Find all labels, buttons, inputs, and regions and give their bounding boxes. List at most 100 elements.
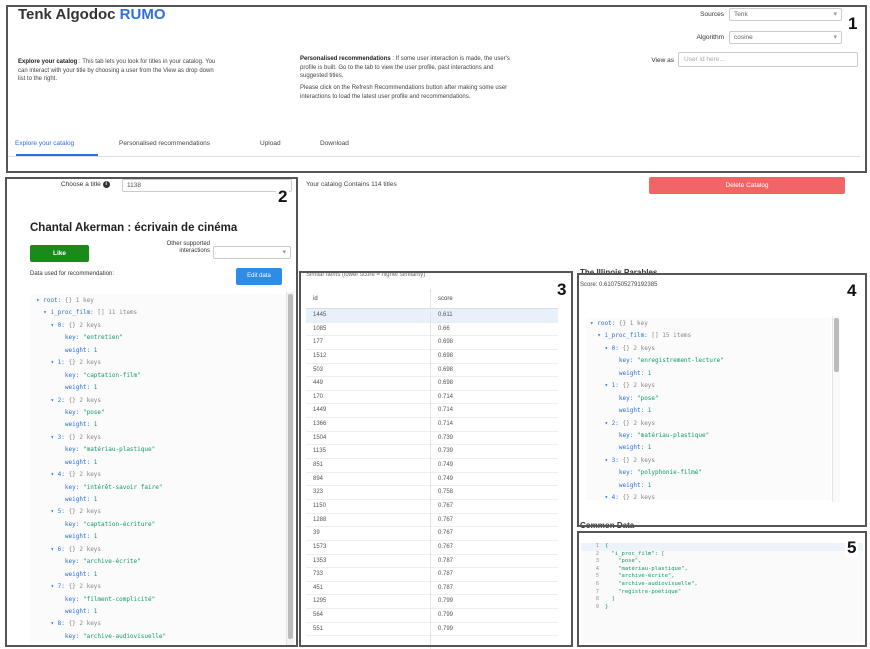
cell-score: 0.698 — [438, 380, 454, 387]
json-key: ▾ 5: — [36, 508, 69, 516]
table-row[interactable]: 1295 0.799 — [306, 595, 558, 610]
cell-id: 1085 — [313, 325, 327, 332]
table-row[interactable]: 177 0.698 — [306, 336, 558, 350]
explore-description-title: Explore your catalog — [18, 59, 78, 65]
other-interactions-select[interactable] — [213, 246, 291, 259]
column-header-score[interactable]: score — [438, 296, 453, 302]
json-line: ▾ 4: {} 2 keys — [36, 469, 280, 481]
algorithm-select[interactable]: cosine — [729, 31, 842, 44]
table-row[interactable]: 1288 0.767 — [306, 514, 558, 528]
table-header: id score — [306, 289, 558, 309]
json-meta: {} 1 key — [618, 320, 648, 327]
json-meta: {} 2 keys — [68, 321, 102, 329]
edit-data-button[interactable]: Edit data — [236, 268, 282, 285]
recommendation-data-viewer[interactable]: ▾ root: {} 1 key ▾ i_proc_film: [] 11 it… — [30, 294, 286, 644]
similar-json-scrollbar[interactable] — [832, 316, 840, 502]
table-row[interactable]: 1150 0.767 — [306, 500, 558, 514]
cell-id: 1449 — [313, 407, 327, 414]
common-data-editor[interactable]: 1{2 "i_proc_film": [3 "pose", 4 "matériau… — [581, 543, 863, 643]
table-row[interactable]: 1366 0.714 — [306, 418, 558, 432]
cell-score: 0.698 — [438, 366, 454, 373]
tab-personalised[interactable]: Personalised recommendations — [119, 140, 210, 147]
table-row[interactable]: 733 0.787 — [306, 568, 558, 582]
json-meta: [] 11 items — [97, 309, 138, 317]
table-row[interactable]: 1353 0.787 — [306, 555, 558, 569]
json-line: key: "captation-film" — [36, 370, 280, 382]
table-row[interactable]: 551 0.799 — [306, 623, 558, 637]
similar-data-viewer[interactable]: ▾ root: {} 1 key ▾ i_proc_film: [] 15 it… — [586, 318, 831, 500]
json-value: "captation-écriture" — [82, 520, 156, 528]
cell-id: 449 — [313, 380, 324, 387]
table-row[interactable]: 323 0.758 — [306, 486, 558, 500]
json-line: weight: 1 — [36, 494, 280, 506]
json-line: ▾ 2: {} 2 keys — [590, 418, 827, 430]
similar-json-scroll-thumb[interactable] — [834, 318, 839, 372]
json-key: ▾ 3: — [36, 433, 69, 441]
code-line: 2 "i_proc_film": [ — [581, 551, 863, 559]
table-row[interactable]: 1135 0.739 — [306, 445, 558, 460]
json-line: ▾ 3: {} 2 keys — [36, 432, 280, 444]
tab-upload[interactable]: Upload — [260, 140, 281, 147]
line-number: 1 — [595, 543, 599, 549]
json-value: 1 — [647, 369, 652, 377]
cell-id: 851 — [313, 462, 324, 469]
json-value: "pose" — [636, 394, 659, 402]
cell-score: 0.749 — [438, 475, 454, 482]
json-meta: {} 2 keys — [68, 396, 102, 404]
table-row[interactable]: 564 0.799 — [306, 609, 558, 623]
table-row[interactable]: 503 0.698 — [306, 364, 558, 378]
json-line: ▾ 7: {} 2 keys — [36, 581, 280, 593]
info-icon: i — [102, 181, 110, 188]
table-row[interactable]: 1504 0.739 — [306, 432, 558, 446]
json-line: key: "entretien" — [36, 332, 280, 344]
left-json-scroll-thumb[interactable] — [288, 294, 293, 639]
json-value: 1 — [93, 533, 98, 541]
table-row[interactable]: 39 0.767 — [306, 527, 558, 541]
similar-items-table: id score 1445 0.611 1085 0.66 177 0.698 1512 0.… — [306, 289, 558, 649]
table-row[interactable]: 1573 0.767 — [306, 541, 558, 555]
reco-description: Personalised recommendations : If some u… — [300, 55, 510, 81]
sources-select[interactable]: Tenk — [729, 8, 842, 21]
table-row[interactable]: 1445 0.611 — [306, 309, 558, 323]
cell-score: 0.698 — [438, 339, 454, 346]
json-line: weight: 1 — [590, 442, 827, 454]
like-button[interactable]: Like — [30, 245, 89, 262]
left-json-scrollbar[interactable] — [286, 292, 294, 645]
cell-score: 0.66 — [438, 325, 450, 332]
tab-download[interactable]: Download — [320, 140, 349, 147]
line-number: 2 — [595, 550, 599, 557]
line-number: 5 — [595, 573, 599, 580]
json-value: "intérêt-savoir faire" — [82, 483, 163, 491]
table-row[interactable]: 170 0.714 — [306, 391, 558, 405]
tab-explore[interactable]: Explore your catalog — [15, 140, 74, 147]
app-title: Tenk Algodoc RUMO — [18, 6, 166, 23]
json-line: ▾ 8: {} 2 keys — [36, 618, 280, 630]
json-line: weight: 1 — [590, 368, 827, 380]
choose-title-input[interactable]: 1138 — [122, 179, 292, 192]
table-row[interactable]: 451 0.787 — [306, 582, 558, 596]
document-title: Chantal Akerman : écrivain de cinéma — [30, 222, 238, 234]
code-text: "archive-écrite", — [605, 573, 675, 580]
table-row[interactable]: 1512 0.698 — [306, 350, 558, 364]
code-text: ] — [605, 596, 615, 603]
json-meta: {} 2 keys — [68, 508, 102, 516]
code-text: "archive-audiovisuelle", — [605, 580, 698, 587]
json-meta: {} 2 keys — [68, 545, 102, 553]
json-key: key: — [590, 357, 637, 365]
column-header-id[interactable]: id — [313, 296, 318, 302]
app-title-main: Tenk Algodoc — [18, 6, 116, 23]
cell-id: 503 — [313, 366, 324, 373]
json-value: 1 — [647, 481, 652, 489]
sources-label: Sources — [700, 11, 724, 18]
table-row[interactable]: 1449 0.714 — [306, 404, 558, 419]
delete-catalog-button[interactable]: Delete Catalog — [649, 177, 845, 194]
json-meta: {} 2 keys — [622, 419, 656, 427]
table-row[interactable]: 1085 0.66 — [306, 323, 558, 337]
table-row[interactable]: 449 0.698 — [306, 377, 558, 391]
cell-score: 0.698 — [438, 352, 454, 359]
json-line: ▾ root: {} 1 key — [36, 295, 280, 307]
table-row[interactable]: 851 0.749 — [306, 459, 558, 473]
table-row[interactable]: 894 0.749 — [306, 473, 558, 487]
cell-id: 323 — [313, 489, 324, 496]
view-as-input[interactable]: User id here... — [678, 52, 858, 67]
